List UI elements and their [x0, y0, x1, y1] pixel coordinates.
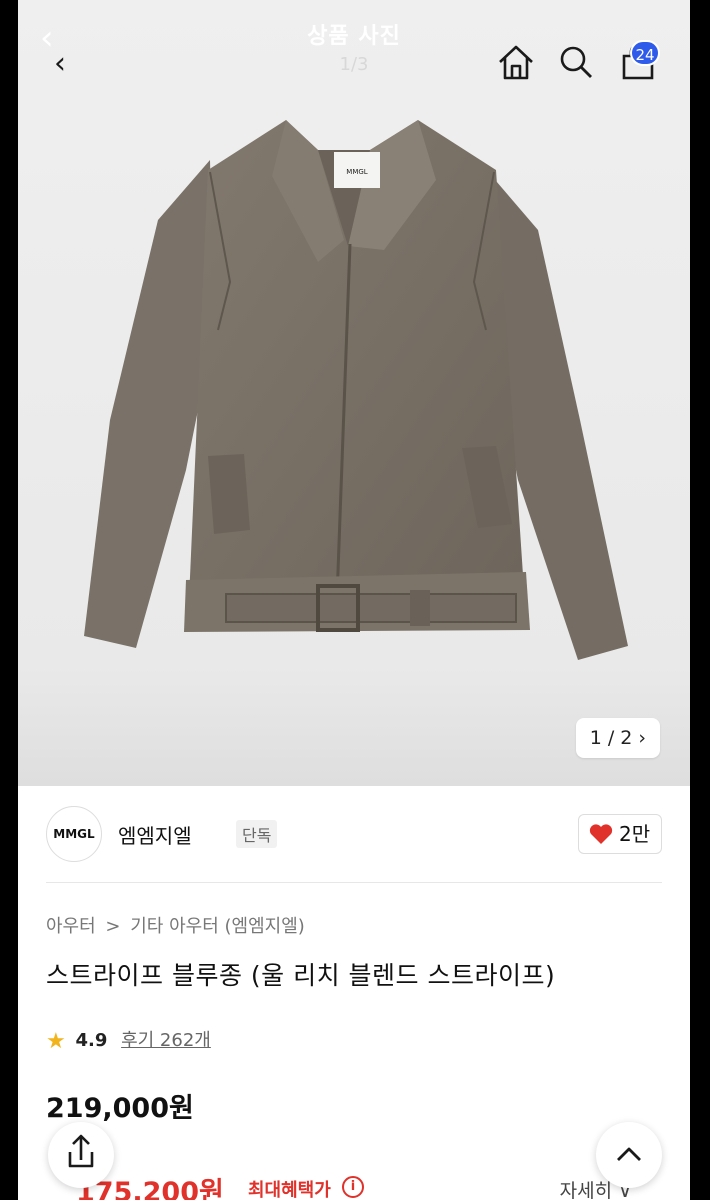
breadcrumb: 아우터 > 기타 아우터 (엠엠지엘) — [46, 912, 309, 938]
breadcrumb-item-outer[interactable]: 아우터 — [46, 916, 96, 937]
rating-score: 4.9 — [75, 1030, 108, 1051]
jacket-image: MMGL — [84, 120, 628, 660]
product-title: 스트라이프 블루종 (울 리치 블렌드 스트라이프) — [46, 961, 556, 990]
photo-label-text: MMGL — [346, 168, 368, 176]
breadcrumb-item-other-outer[interactable]: 기타 아우터 (엠엠지엘) — [130, 916, 305, 937]
search-icon[interactable] — [556, 42, 596, 82]
rating-row: ★ 4.9 후기 262개 — [46, 1026, 211, 1054]
arrow-up-icon — [617, 1147, 641, 1161]
chevron-right-icon: > — [105, 916, 121, 937]
scroll-top-button[interactable] — [596, 1122, 662, 1188]
star-icon: ★ — [46, 1029, 66, 1054]
home-icon[interactable] — [496, 42, 536, 82]
like-count: 2만 — [619, 822, 651, 846]
brand-name[interactable]: 엠엠지엘 — [118, 820, 192, 849]
product-photo[interactable]: MMGL 1 / 2 › — [18, 0, 690, 786]
app-screen: MMGL 1 / 2 › ‹ ‹ 상품 사진 1/3 24 MMGL 엠엠지엘 … — [18, 0, 690, 1200]
photo-viewer-header: ‹ ‹ 상품 사진 1/3 24 — [18, 0, 690, 100]
photo-pager[interactable]: 1 / 2 › — [575, 718, 660, 758]
benefit-row: 175,200원 최대혜택가 i 자세히 ∨ — [46, 1170, 662, 1200]
benefit-label: 최대혜택가 — [248, 1180, 331, 1200]
product-info: MMGL 엠엠지엘 단독 2만 아우터 > 기타 아우터 (엠엠지엘) 스트라이… — [18, 786, 690, 1200]
product-price: 219,000원 — [46, 1093, 194, 1124]
brand-row: MMGL 엠엠지엘 단독 2만 — [46, 806, 662, 862]
share-icon — [68, 1134, 94, 1168]
divider — [46, 882, 662, 883]
review-link[interactable]: 후기 262개 — [121, 1030, 211, 1051]
info-icon[interactable]: i — [342, 1176, 364, 1198]
cart-count-badge: 24 — [630, 40, 660, 66]
heart-icon — [589, 824, 613, 844]
exclusive-badge: 단독 — [236, 820, 278, 848]
like-button[interactable]: 2만 — [578, 814, 662, 854]
brand-logo[interactable]: MMGL — [46, 806, 102, 862]
share-button[interactable] — [48, 1122, 114, 1188]
